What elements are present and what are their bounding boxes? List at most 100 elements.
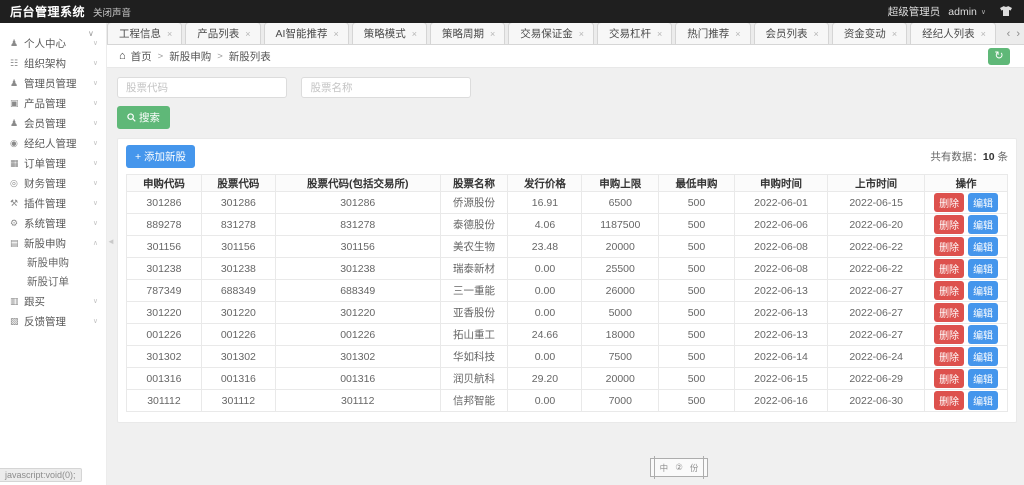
table-cell: 500 bbox=[659, 236, 735, 258]
tab-热门推荐[interactable]: 热门推荐× bbox=[675, 23, 750, 44]
table-cell: 301112 bbox=[201, 390, 275, 412]
sidebar-item-跟买[interactable]: ▥跟买∨ bbox=[0, 291, 106, 311]
sidebar-item-插件管理[interactable]: ⚒插件管理∨ bbox=[0, 193, 106, 213]
table-cell: 301156 bbox=[201, 236, 275, 258]
edit-button[interactable]: 编辑 bbox=[968, 193, 998, 212]
tab-经纪人列表[interactable]: 经纪人列表× bbox=[910, 23, 996, 44]
stock-name-input[interactable] bbox=[301, 77, 471, 98]
edit-button[interactable]: 编辑 bbox=[968, 281, 998, 300]
add-stock-button[interactable]: + 添加新股 bbox=[126, 145, 195, 168]
tab-策略模式[interactable]: 策略模式× bbox=[352, 23, 427, 44]
edit-button[interactable]: 编辑 bbox=[968, 391, 998, 410]
user-menu[interactable]: admin ∨ bbox=[948, 6, 986, 18]
tab-策略周期[interactable]: 策略周期× bbox=[430, 23, 505, 44]
tab-scroll-left-icon[interactable]: ‹ bbox=[1007, 28, 1011, 40]
sidebar-item-经纪人管理[interactable]: ◉经纪人管理∨ bbox=[0, 133, 106, 153]
table-cell: 0.00 bbox=[508, 390, 582, 412]
sidebar-item-订单管理[interactable]: ▦订单管理∨ bbox=[0, 153, 106, 173]
tab-close-icon[interactable]: × bbox=[579, 29, 584, 39]
tab-close-icon[interactable]: × bbox=[814, 29, 819, 39]
top-header: 后台管理系统 关闭声音 超级管理员 admin ∨ bbox=[0, 0, 1024, 23]
delete-button[interactable]: 删除 bbox=[934, 281, 964, 300]
breadcrumb-section[interactable]: 新股申购 bbox=[169, 49, 211, 64]
tab-工程信息[interactable]: 工程信息× bbox=[107, 23, 182, 44]
table-cell: 2022-06-27 bbox=[828, 302, 925, 324]
delete-button[interactable]: 删除 bbox=[934, 347, 964, 366]
sidebar-item-系统管理[interactable]: ⚙系统管理∨ bbox=[0, 213, 106, 233]
tab-会员列表[interactable]: 会员列表 × bbox=[754, 23, 829, 44]
search-filters: 搜索 bbox=[117, 77, 1017, 129]
user-name: admin bbox=[948, 6, 977, 18]
breadcrumb-home[interactable]: 首页 bbox=[131, 49, 152, 64]
tab-close-icon[interactable]: × bbox=[490, 29, 495, 39]
table-cell: 2022-06-13 bbox=[734, 324, 827, 346]
delete-button[interactable]: 删除 bbox=[934, 325, 964, 344]
delete-button[interactable]: 删除 bbox=[934, 391, 964, 410]
tab-close-icon[interactable]: × bbox=[333, 29, 338, 39]
edit-button[interactable]: 编辑 bbox=[968, 369, 998, 388]
sound-toggle-link[interactable]: 关闭声音 bbox=[93, 5, 131, 19]
panel-collapse-arrow-icon[interactable]: ◄ bbox=[107, 237, 115, 246]
sidebar-subitem-新股申购[interactable]: 新股申购 bbox=[0, 253, 106, 272]
table-cell: 2022-06-01 bbox=[734, 192, 827, 214]
tab-close-icon[interactable]: × bbox=[892, 29, 897, 39]
tab-strip: 工程信息×产品列表×AI智能推荐×策略模式×策略周期×交易保证金×交易杠杆×热门… bbox=[107, 23, 998, 44]
sidebar-item-反馈管理[interactable]: ▧反馈管理∨ bbox=[0, 311, 106, 331]
chevron-down-icon: ∨ bbox=[93, 297, 98, 305]
tab-close-icon[interactable]: × bbox=[735, 29, 740, 39]
table-cell: 侨源股份 bbox=[440, 192, 508, 214]
edit-button[interactable]: 编辑 bbox=[968, 303, 998, 322]
sidebar-item-管理员管理[interactable]: ♟管理员管理∨ bbox=[0, 73, 106, 93]
table-cell: 2022-06-06 bbox=[734, 214, 827, 236]
table-cell: 301302 bbox=[127, 346, 202, 368]
delete-button[interactable]: 删除 bbox=[934, 259, 964, 278]
tab-交易杠杆[interactable]: 交易杠杆 × bbox=[597, 23, 672, 44]
total-count: 共有数据：10 条 bbox=[930, 149, 1008, 164]
tab-close-icon[interactable]: × bbox=[412, 29, 417, 39]
sidebar-item-会员管理[interactable]: ♟会员管理∨ bbox=[0, 113, 106, 133]
refresh-button[interactable]: ↻ bbox=[988, 48, 1010, 65]
column-header: 操作 bbox=[925, 175, 1008, 192]
tab-资金变动[interactable]: 资金变动× bbox=[832, 23, 907, 44]
delete-button[interactable]: 删除 bbox=[934, 303, 964, 322]
theme-skin-icon[interactable] bbox=[1000, 6, 1012, 17]
delete-button[interactable]: 删除 bbox=[934, 193, 964, 212]
tab-AI智能推荐[interactable]: AI智能推荐× bbox=[264, 23, 349, 44]
sidebar-item-组织架构[interactable]: ☷组织架构∨ bbox=[0, 53, 106, 73]
edit-button[interactable]: 编辑 bbox=[968, 215, 998, 234]
edit-button[interactable]: 编辑 bbox=[968, 259, 998, 278]
table-cell: 润贝航科 bbox=[440, 368, 508, 390]
edit-button[interactable]: 编辑 bbox=[968, 347, 998, 366]
tab-label: 会员列表 bbox=[766, 26, 808, 41]
tab-交易保证金[interactable]: 交易保证金× bbox=[508, 23, 594, 44]
tab-产品列表[interactable]: 产品列表× bbox=[185, 23, 260, 44]
tab-close-icon[interactable]: × bbox=[167, 29, 172, 39]
table-cell: 500 bbox=[659, 214, 735, 236]
table-cell: 831278 bbox=[275, 214, 440, 236]
edit-button[interactable]: 编辑 bbox=[968, 325, 998, 344]
tab-close-icon[interactable]: × bbox=[245, 29, 250, 39]
column-header: 最低申购 bbox=[659, 175, 735, 192]
broker-icon: ◉ bbox=[10, 138, 24, 149]
tab-scroll-right-icon[interactable]: › bbox=[1016, 28, 1020, 40]
tab-close-icon[interactable]: × bbox=[981, 29, 986, 39]
count-value: 10 bbox=[983, 151, 995, 163]
tab-bar: 工程信息×产品列表×AI智能推荐×策略模式×策略周期×交易保证金×交易杠杆×热门… bbox=[107, 23, 1024, 45]
table-cell: 26000 bbox=[582, 280, 659, 302]
tab-close-icon[interactable]: × bbox=[657, 29, 662, 39]
sidebar-item-财务管理[interactable]: ◎财务管理∨ bbox=[0, 173, 106, 193]
actions-cell: 删除编辑 bbox=[925, 346, 1008, 368]
sidebar-subitem-新股订单[interactable]: 新股订单 bbox=[0, 272, 106, 291]
sidebar-collapse-chevron-icon[interactable]: ∨ bbox=[88, 29, 94, 38]
stock-code-input[interactable] bbox=[117, 77, 287, 98]
delete-button[interactable]: 删除 bbox=[934, 369, 964, 388]
sidebar-item-产品管理[interactable]: ▣产品管理∨ bbox=[0, 93, 106, 113]
edit-button[interactable]: 编辑 bbox=[968, 237, 998, 256]
search-button[interactable]: 搜索 bbox=[117, 106, 170, 129]
status-bar-link-hint: javascript:void(0); bbox=[0, 468, 82, 482]
delete-button[interactable]: 删除 bbox=[934, 215, 964, 234]
delete-button[interactable]: 删除 bbox=[934, 237, 964, 256]
table-cell: 500 bbox=[659, 302, 735, 324]
tab-label: 交易杠杆 bbox=[609, 26, 651, 41]
sidebar-item-新股申购[interactable]: ▤新股申购∧ bbox=[0, 233, 106, 253]
